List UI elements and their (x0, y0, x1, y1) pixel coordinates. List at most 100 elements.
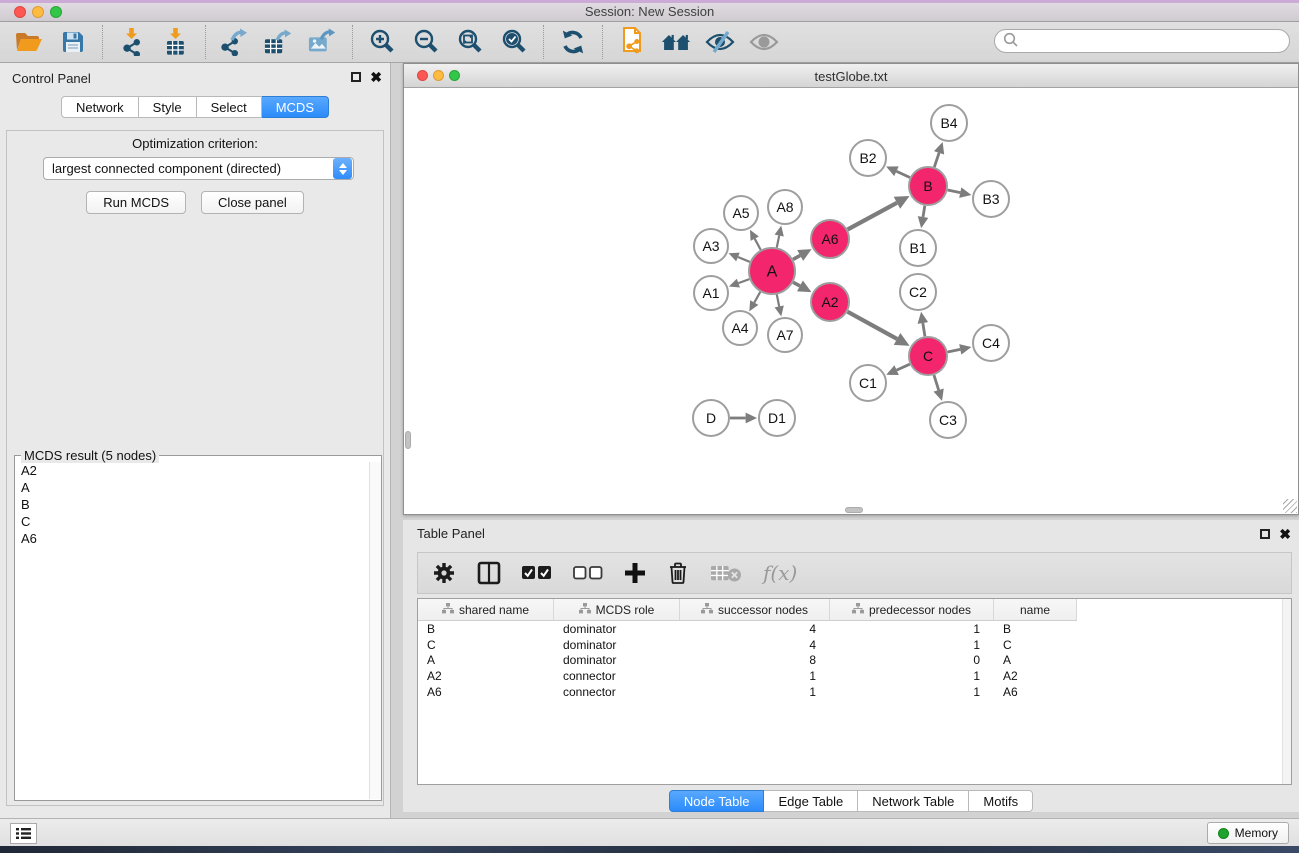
edge-B-B4[interactable] (934, 153, 939, 167)
table-panel-title: Table Panel (417, 526, 485, 541)
zoom-fit-icon[interactable] (455, 27, 485, 57)
column-header-MCDS-role[interactable]: MCDS role (554, 599, 680, 621)
window-resize-grip[interactable] (1283, 499, 1297, 513)
delete-table-icon[interactable] (710, 563, 742, 583)
edge-A-A2[interactable] (793, 282, 800, 286)
tab-style[interactable]: Style (139, 96, 197, 118)
table-row[interactable]: A2connector11A2 (418, 668, 1291, 684)
float-panel-icon[interactable] (351, 72, 361, 82)
network-view-window: testGlobe.txt B4B2BB3B1A5A8A6A3AA1A2C2A4… (403, 63, 1299, 515)
mcds-result-item[interactable]: A6 (16, 530, 369, 547)
search-input[interactable] (994, 29, 1290, 53)
edge-A2-C[interactable] (848, 312, 898, 339)
close-panel-icon[interactable]: ✖ (370, 72, 382, 82)
new-network-from-selection-icon[interactable] (617, 27, 647, 57)
session-title: Session: New Session (0, 4, 1299, 19)
export-image-icon[interactable] (308, 27, 338, 57)
tab-network-table[interactable]: Network Table (858, 790, 969, 812)
edge-A-A3[interactable] (738, 257, 750, 262)
network-horizontal-scrollbar[interactable] (845, 507, 863, 513)
edge-arrowhead (918, 312, 929, 324)
edge-C-C2[interactable] (923, 323, 925, 336)
home-icon[interactable] (661, 27, 691, 57)
edge-C-C3[interactable] (934, 375, 939, 390)
column-header-shared-name[interactable]: shared name (418, 599, 554, 621)
edge-A-A4[interactable] (754, 292, 760, 303)
result-list-scrollbar[interactable] (369, 462, 381, 799)
columns-icon[interactable] (477, 561, 501, 585)
cell-predecessor-nodes: 1 (830, 669, 994, 683)
search-icon (1003, 32, 1019, 51)
cell-name: A2 (994, 669, 1077, 683)
cell-shared-name: B (418, 622, 554, 636)
table-row[interactable]: A6connector11A6 (418, 684, 1291, 700)
column-header-successor-nodes[interactable]: successor nodes (680, 599, 830, 621)
table-row[interactable]: Bdominator41B (418, 621, 1291, 637)
tab-select[interactable]: Select (197, 96, 262, 118)
zoom-in-icon[interactable] (367, 27, 397, 57)
import-network-icon[interactable] (117, 27, 147, 57)
deselect-all-icon[interactable] (573, 565, 603, 581)
edge-A6-B[interactable] (848, 203, 897, 230)
open-folder-icon[interactable] (14, 27, 44, 57)
tab-mcds[interactable]: MCDS (262, 96, 329, 118)
edge-A-A5[interactable] (755, 239, 761, 250)
close-panel-button[interactable]: Close panel (201, 191, 304, 214)
tab-node-table[interactable]: Node Table (669, 790, 765, 812)
zoom-out-icon[interactable] (411, 27, 441, 57)
criterion-dropdown[interactable]: largest connected component (directed) (43, 157, 354, 180)
mcds-result-item[interactable]: C (16, 513, 369, 530)
table-row[interactable]: Cdominator41C (418, 637, 1291, 653)
zoom-selected-icon[interactable] (499, 27, 529, 57)
cell-successor-nodes: 8 (680, 653, 830, 667)
node-label-B2: B2 (859, 150, 876, 166)
tree-icon (852, 603, 864, 617)
tab-network[interactable]: Network (61, 96, 139, 118)
column-header-name[interactable]: name (994, 599, 1077, 621)
network-canvas[interactable]: B4B2BB3B1A5A8A6A3AA1A2C2A4A7C4CC1C3DD1 (404, 88, 1298, 514)
edge-C-C1[interactable] (897, 364, 910, 370)
delete-column-icon[interactable] (667, 561, 689, 585)
network-window-title: testGlobe.txt (404, 69, 1298, 84)
run-mcds-button[interactable]: Run MCDS (86, 191, 186, 214)
status-bar: Memory (0, 818, 1299, 846)
edge-C-C4[interactable] (948, 349, 961, 352)
export-table-icon[interactable] (264, 27, 294, 57)
table-row[interactable]: Adominator80A (418, 652, 1291, 668)
task-history-button[interactable] (10, 823, 37, 844)
edge-B-B3[interactable] (948, 190, 961, 193)
gear-icon[interactable] (432, 561, 456, 585)
edge-B-B1[interactable] (923, 206, 925, 217)
network-graph[interactable]: B4B2BB3B1A5A8A6A3AA1A2C2A4A7C4CC1C3DD1 (404, 88, 1298, 514)
column-header-predecessor-nodes[interactable]: predecessor nodes (830, 599, 994, 621)
memory-button[interactable]: Memory (1207, 822, 1289, 844)
edge-A-A1[interactable] (738, 279, 749, 283)
hide-selected-icon[interactable] (705, 27, 735, 57)
control-panel-tabs: NetworkStyleSelectMCDS (0, 96, 390, 118)
mcds-result-item[interactable]: A (16, 479, 369, 496)
cell-shared-name: A6 (418, 685, 554, 699)
apply-function-icon[interactable]: f(x) (763, 561, 797, 585)
show-all-icon[interactable] (749, 27, 779, 57)
edge-A-A7[interactable] (777, 295, 779, 307)
network-window-titlebar[interactable]: testGlobe.txt (404, 64, 1298, 88)
edge-A-A8[interactable] (777, 236, 779, 248)
edge-A-A6[interactable] (793, 255, 800, 259)
save-icon[interactable] (58, 27, 88, 57)
mcds-result-list[interactable]: A2ABCA6 (16, 462, 369, 799)
node-label-A1: A1 (702, 285, 719, 301)
network-vertical-scrollbar[interactable] (405, 431, 411, 449)
tab-motifs[interactable]: Motifs (969, 790, 1033, 812)
tab-edge-table[interactable]: Edge Table (764, 790, 858, 812)
edge-B-B2[interactable] (896, 171, 909, 177)
table-scrollbar[interactable] (1282, 599, 1291, 784)
close-table-panel-icon[interactable]: ✖ (1279, 529, 1291, 539)
mcds-result-item[interactable]: A2 (16, 462, 369, 479)
refresh-layout-icon[interactable] (558, 27, 588, 57)
float-table-panel-icon[interactable] (1260, 529, 1270, 539)
mcds-result-item[interactable]: B (16, 496, 369, 513)
add-column-icon[interactable] (624, 562, 646, 584)
select-all-icon[interactable] (522, 565, 552, 581)
import-table-icon[interactable] (161, 27, 191, 57)
export-network-icon[interactable] (220, 27, 250, 57)
